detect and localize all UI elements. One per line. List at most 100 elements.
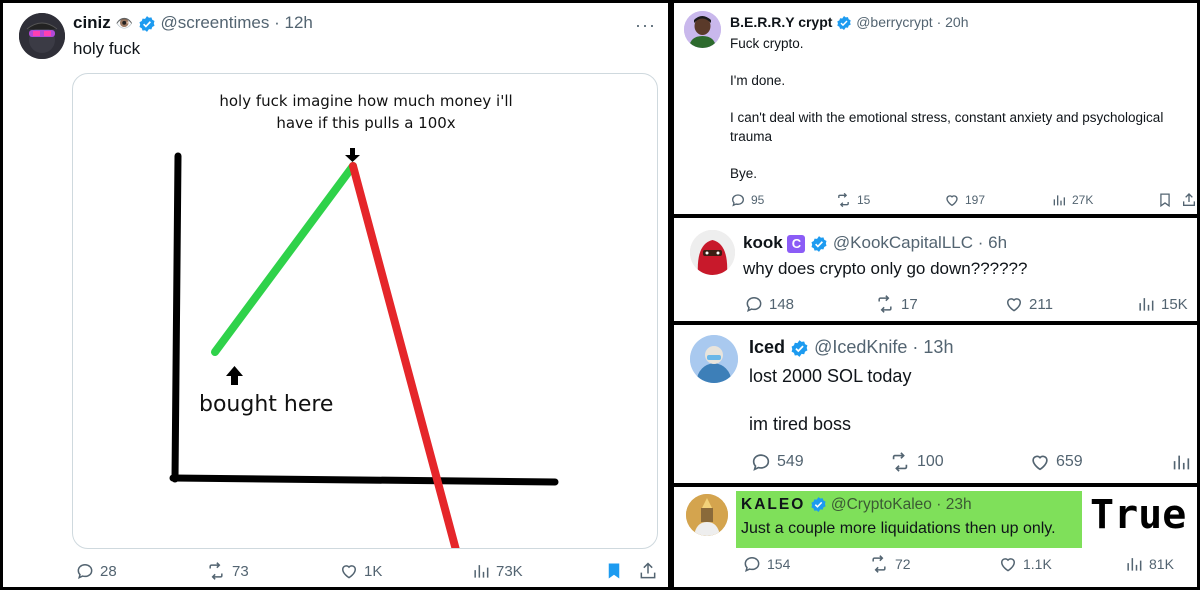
affiliate-badge-icon: C — [787, 234, 806, 253]
views-button[interactable]: 81K — [1124, 554, 1174, 574]
avatar-image — [684, 11, 721, 48]
share-icon — [1183, 193, 1195, 206]
repost-count: 72 — [895, 556, 911, 572]
tweet-header: ciniz 👁️ @screentimes · 12h — [73, 13, 313, 33]
timestamp[interactable]: 20h — [945, 14, 968, 30]
views-count: 73K — [496, 562, 523, 580]
display-name[interactable]: Iced — [749, 337, 785, 357]
display-name[interactable]: B.E.R.R.Y crypt — [730, 14, 832, 30]
tweet-ciniz: ciniz 👁️ @screentimes · 12h ··· holy fuc… — [3, 3, 668, 587]
verified-badge-icon — [811, 235, 827, 252]
views-icon — [1139, 298, 1154, 311]
reply-count: 28 — [100, 562, 117, 580]
views-count: 15K — [1161, 295, 1188, 313]
views-count: 27K — [1072, 193, 1094, 207]
share-button[interactable] — [638, 561, 658, 581]
reply-button[interactable]: 28 — [75, 561, 117, 581]
reply-icon — [746, 296, 762, 313]
handle[interactable]: @screentimes — [160, 13, 269, 32]
repost-icon — [872, 555, 886, 573]
meme-green-line — [211, 162, 357, 356]
views-button[interactable]: 73K — [471, 561, 523, 581]
meme-drawing — [169, 148, 559, 548]
like-button[interactable]: 1K — [339, 561, 382, 581]
like-button[interactable]: 1.1K — [998, 554, 1052, 574]
repost-button[interactable]: 15 — [835, 192, 870, 208]
like-count: 659 — [1056, 453, 1083, 470]
display-name[interactable]: ciniz — [73, 13, 111, 32]
views-icon — [1127, 558, 1142, 571]
timestamp[interactable]: 23h — [946, 496, 972, 513]
views-button[interactable]: 27K — [1051, 192, 1093, 208]
meme-x-axis — [169, 474, 559, 486]
avatar-image — [19, 13, 65, 59]
repost-button[interactable]: 73 — [205, 561, 249, 581]
avatar-ciniz[interactable] — [19, 13, 65, 59]
repost-icon — [209, 562, 223, 580]
reply-icon — [731, 194, 745, 207]
reply-count: 154 — [767, 556, 791, 572]
heart-icon — [946, 195, 958, 207]
handle[interactable]: @IcedKnife — [814, 337, 907, 357]
tweet-kaleo: KALEO @CryptoKaleo · 23h Just a couple m… — [674, 487, 1197, 587]
views-button[interactable]: 15K — [1136, 294, 1188, 314]
dot-separator: · — [274, 13, 280, 32]
more-options-icon[interactable]: ··· — [635, 15, 656, 36]
reply-button[interactable]: 95 — [730, 192, 764, 208]
repost-icon — [892, 452, 908, 472]
repost-icon — [838, 192, 849, 208]
tweet-media[interactable]: holy fuck imagine how much money i'll ha… — [72, 73, 658, 549]
avatar-kook[interactable] — [690, 230, 735, 275]
reply-button[interactable]: 154 — [742, 554, 790, 574]
tweet-text: lost 2000 SOL today im tired boss — [749, 366, 912, 434]
reply-icon — [752, 454, 770, 471]
share-button[interactable] — [1181, 192, 1197, 208]
tweet-header: KALEO @CryptoKaleo · 23h — [741, 496, 972, 514]
timestamp[interactable]: 13h — [923, 337, 953, 357]
avatar-image — [690, 230, 735, 275]
repost-button[interactable]: 100 — [888, 451, 944, 473]
timestamp[interactable]: 6h — [988, 233, 1007, 252]
like-count: 197 — [965, 193, 986, 207]
bookmark-button[interactable] — [1158, 192, 1172, 208]
like-button[interactable]: 197 — [944, 192, 985, 208]
repost-count: 73 — [232, 562, 249, 580]
tweet-kook: kook C @KookCapitalLLC · 6h why does cry… — [674, 218, 1197, 321]
repost-count: 15 — [857, 193, 871, 207]
verified-badge-icon — [810, 497, 826, 513]
heart-icon — [1000, 558, 1016, 572]
tweet-header: Iced @IcedKnife · 13h — [749, 337, 953, 358]
verified-badge-icon — [837, 16, 851, 31]
views-icon — [474, 565, 489, 578]
views-count: 81K — [1149, 556, 1174, 572]
avatar-iced[interactable] — [690, 335, 738, 383]
dot-separator: · — [936, 496, 942, 513]
verified-badge-icon — [791, 339, 808, 357]
reply-button[interactable]: 148 — [744, 294, 794, 314]
up-arrow-icon — [226, 366, 243, 385]
heart-icon — [1006, 298, 1022, 312]
reply-button[interactable]: 549 — [750, 451, 804, 473]
bookmark-button[interactable] — [605, 561, 623, 581]
dot-separator: · — [936, 14, 942, 30]
display-name[interactable]: kook — [743, 233, 783, 252]
repost-button[interactable]: 72 — [868, 554, 911, 574]
repost-button[interactable]: 17 — [874, 294, 918, 314]
views-button[interactable] — [1170, 451, 1192, 473]
like-count: 1.1K — [1023, 556, 1052, 572]
handle[interactable]: @berrycrypt — [856, 14, 932, 30]
heart-icon — [1032, 455, 1048, 471]
timestamp[interactable]: 12h — [284, 13, 312, 32]
dot-separator: · — [912, 337, 919, 357]
avatar-kaleo[interactable] — [686, 494, 728, 536]
handle[interactable]: @KookCapitalLLC — [833, 233, 973, 252]
avatar-berrycrypt[interactable] — [684, 11, 721, 48]
reply-count: 549 — [777, 453, 804, 470]
handle[interactable]: @CryptoKaleo — [831, 496, 932, 513]
display-name[interactable]: KALEO — [741, 496, 805, 513]
avatar-image — [690, 335, 738, 383]
like-button[interactable]: 659 — [1029, 451, 1083, 473]
like-button[interactable]: 211 — [1004, 294, 1053, 314]
reply-icon — [77, 563, 93, 580]
views-icon — [1053, 195, 1065, 206]
